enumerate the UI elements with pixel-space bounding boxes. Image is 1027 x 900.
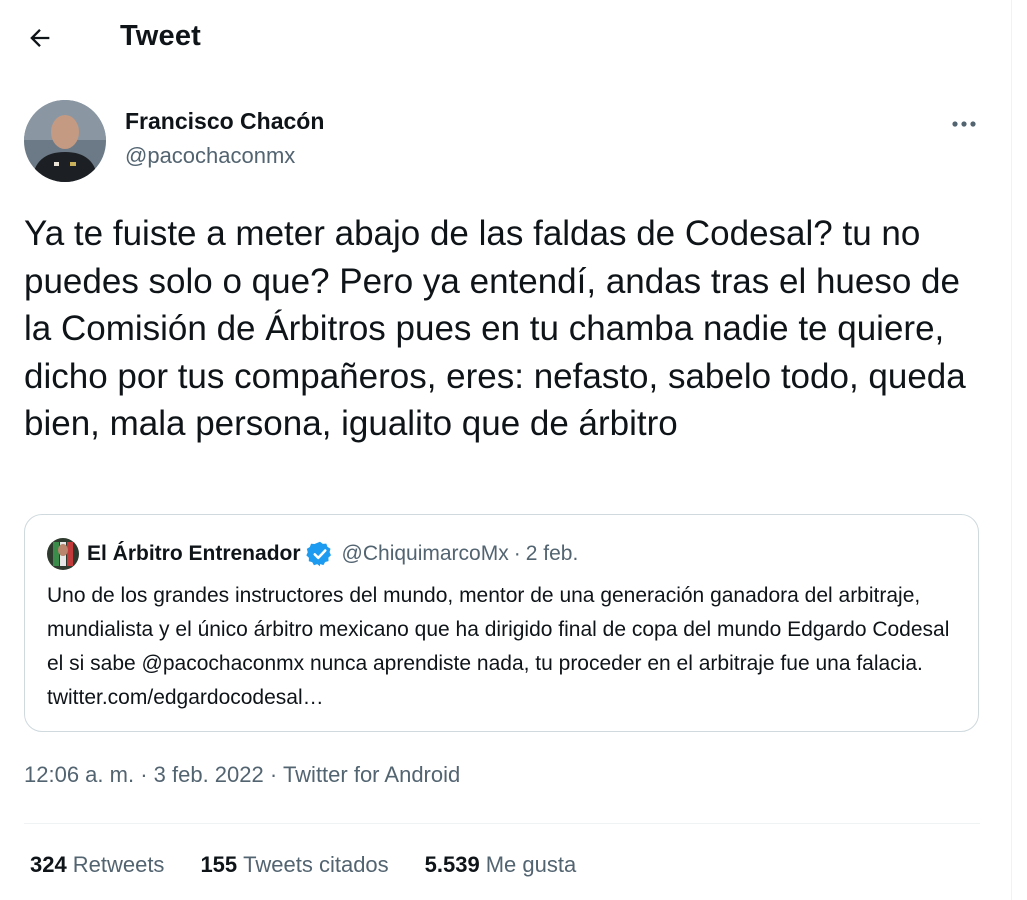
meta-separator: · — [269, 762, 283, 787]
more-options-button[interactable] — [946, 110, 982, 138]
author-name[interactable]: Francisco Chacón — [125, 108, 324, 135]
quoted-date: 2 feb. — [525, 542, 579, 565]
quoted-separator: · — [513, 542, 521, 565]
quoted-avatar-image — [47, 538, 79, 570]
quoted-tweet-text: Uno de los grandes instructores del mund… — [47, 584, 950, 709]
arrow-left-icon — [30, 29, 50, 47]
retweets-stat[interactable]: 324 Retweets — [30, 852, 164, 878]
tweet-text: Ya te fuiste a meter abajo de las faldas… — [24, 214, 966, 443]
more-horizontal-icon — [952, 121, 976, 127]
retweets-label: Retweets — [72, 852, 165, 877]
retweets-count: 324 — [30, 852, 67, 877]
back-button[interactable] — [20, 18, 60, 58]
tweet-header: Tweet — [0, 0, 1000, 76]
author-handle[interactable]: @pacochaconmx — [125, 143, 295, 169]
likes-count: 5.539 — [424, 852, 480, 877]
meta-separator: · — [140, 762, 154, 787]
quoted-tweet-header: El Árbitro Entrenador @ChiquimarcoMx · 2… — [87, 540, 578, 568]
quoted-author-handle: @ChiquimarcoMx — [341, 542, 509, 565]
verified-badge-icon — [305, 541, 331, 567]
likes-stat[interactable]: 5.539 Me gusta — [425, 852, 577, 878]
likes-label: Me gusta — [485, 852, 577, 877]
author-avatar[interactable] — [24, 100, 106, 182]
avatar-image — [24, 100, 106, 182]
quote-tweets-label: Tweets citados — [243, 852, 389, 877]
quote-tweets-stat[interactable]: 155 Tweets citados — [200, 852, 388, 878]
tweet-meta: 12:06 a. m. · 3 feb. 2022 · Twitter for … — [24, 762, 460, 788]
tweet-date[interactable]: 3 feb. 2022 — [154, 762, 264, 787]
quote-tweets-count: 155 — [200, 852, 238, 877]
quoted-author-avatar — [47, 538, 79, 570]
page-right-border — [1011, 0, 1027, 900]
divider — [24, 823, 980, 824]
page-title: Tweet — [120, 20, 202, 52]
quoted-tweet[interactable]: El Árbitro Entrenador @ChiquimarcoMx · 2… — [24, 514, 979, 732]
tweet-time[interactable]: 12:06 a. m. — [24, 762, 134, 787]
tweet-source[interactable]: Twitter for Android — [283, 762, 460, 787]
quoted-author-name: El Árbitro Entrenador — [87, 542, 301, 565]
tweet-stats: 324 Retweets 155 Tweets citados 5.539 Me… — [30, 852, 612, 878]
